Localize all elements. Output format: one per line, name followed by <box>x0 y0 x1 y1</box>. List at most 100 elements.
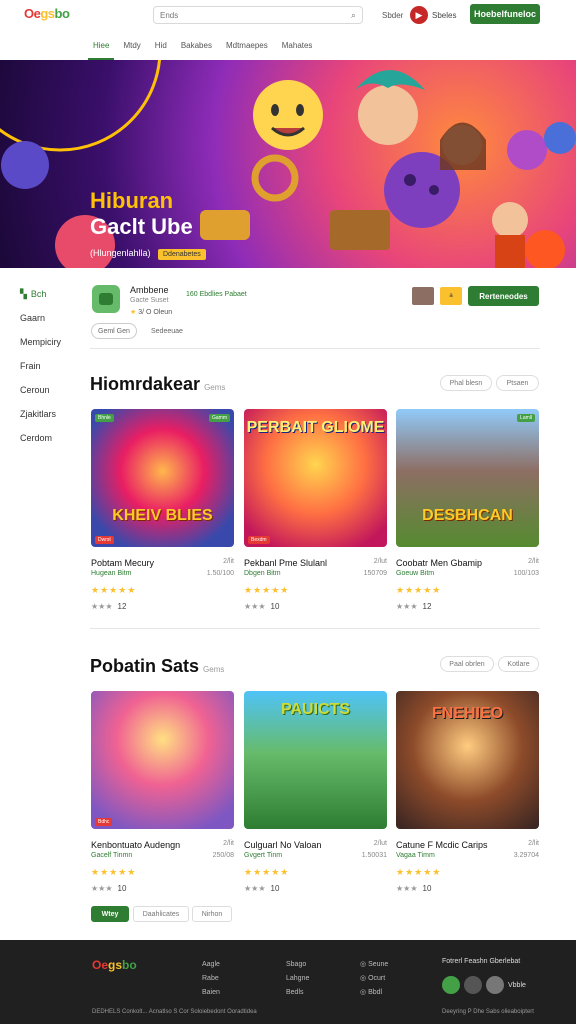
game-developer[interactable]: Goeuw Bitm <box>396 570 434 577</box>
game-downloads: 3.29704 <box>513 852 539 859</box>
game-developer[interactable]: Dbgen Bitm <box>244 570 281 577</box>
footer-link[interactable]: ◎ Ocurt <box>360 972 388 986</box>
filter-pill[interactable]: Ptsaen <box>496 375 539 391</box>
tab-6[interactable]: Mahates <box>275 38 320 58</box>
star-rating: ★★★★★ <box>91 867 137 877</box>
footer-link[interactable]: Rabe <box>202 972 220 986</box>
store-icon[interactable] <box>442 976 460 994</box>
game-card[interactable]: Lamll DESBHCAN Coobatr Men Gbamip 2/lit … <box>396 409 539 611</box>
footer-link[interactable]: ◎ Seune <box>360 958 388 972</box>
hero-badge[interactable]: Ddenabetes <box>158 249 206 260</box>
install-button[interactable]: Rerteneodes <box>468 286 539 306</box>
logo[interactable]: Oegsbo <box>24 6 70 21</box>
app-developer[interactable]: Gacte Suset <box>130 297 169 304</box>
game-name[interactable]: Pekbanl Pme Slulanl <box>244 558 327 568</box>
game-thumbnail[interactable]: Lamll DESBHCAN <box>396 409 539 547</box>
section-title-text: Pobatin Sats <box>90 656 200 676</box>
view-button[interactable]: Wtey <box>91 906 129 922</box>
game-thumbnail[interactable]: PERBAIT GLIOME Bexdm <box>244 409 387 547</box>
game-thumbnail[interactable]: FNEHIEO <box>396 691 539 829</box>
header-link[interactable]: Sbder <box>382 11 403 20</box>
star-rating: ★★★★★ <box>244 867 290 877</box>
sidebar-item-home[interactable]: ▚ Bch <box>20 282 61 306</box>
grid-icon: ▚ <box>20 288 27 299</box>
chip[interactable]: Sedeeuae <box>145 323 189 339</box>
game-developer[interactable]: Hugean Bitm <box>91 570 131 577</box>
game-name[interactable]: Coobatr Men Gbamip <box>396 558 482 568</box>
footer-column: ◎ Seune ◎ Ocurt ◎ Bbdl <box>360 958 388 1000</box>
footer-logo[interactable]: Oegsbo <box>92 958 137 972</box>
store-icon[interactable] <box>486 976 504 994</box>
badge: Gamm <box>209 414 230 422</box>
game-name[interactable]: Pobtam Mecury <box>91 558 154 568</box>
hero-illustration <box>0 60 576 268</box>
secondary-button[interactable]: Daahlicates <box>133 906 189 922</box>
tab-3[interactable]: Hid <box>148 38 174 58</box>
section-title: Hiomrdakear Gems <box>90 374 225 395</box>
app-screenshot-thumb[interactable] <box>412 287 434 305</box>
user-menu[interactable]: ▶ Sbeles <box>410 6 456 24</box>
footer-link[interactable]: Lahgne <box>286 972 309 986</box>
game-card[interactable]: FNEHIEO Catune F Mcdic Carips 2/lit Vaga… <box>396 691 539 893</box>
app-link[interactable]: 160 Ebdlies Pabaet <box>186 291 247 298</box>
footer-column: Aagle Rabe Baien <box>202 958 220 1000</box>
sidebar-item[interactable]: Ceroun <box>20 378 61 402</box>
game-thumbnail[interactable]: PAUICTS <box>244 691 387 829</box>
game-card[interactable]: PAUICTS Culguarl No Valoan 2/lut Gvgert … <box>244 691 387 893</box>
social-icon: ◎ <box>360 975 367 982</box>
sidebar-item[interactable]: Zjakitlars <box>20 402 61 426</box>
game-name[interactable]: Kenbontuato Audengn <box>91 840 180 850</box>
header-cta-button[interactable]: Hoebelfuneloc <box>470 4 540 24</box>
footer: Oegsbo Aagle Rabe Baien Sbago Lahgne Bed… <box>0 940 576 1024</box>
footer-link[interactable]: Baien <box>202 986 220 1000</box>
divider <box>90 628 540 629</box>
filter-pill[interactable]: Phal blesn <box>440 375 492 391</box>
footer-link[interactable]: Sbago <box>286 958 309 972</box>
vote-count: ★★★ 10 <box>396 884 432 893</box>
footer-link[interactable]: Aagle <box>202 958 220 972</box>
tab-5[interactable]: Mdtmaepes <box>219 38 275 58</box>
app-screenshot-thumb[interactable]: a <box>440 287 462 305</box>
search-icon[interactable]: ⌕ <box>351 10 356 21</box>
footer-link[interactable]: Bedls <box>286 986 309 1000</box>
vote-count-value: 12 <box>422 602 432 611</box>
secondary-button[interactable]: Nirhon <box>192 906 232 922</box>
game-card[interactable]: Bdhc Kenbontuato Audengn 2/lit Gacelf Ti… <box>91 691 234 893</box>
tab-home[interactable]: Hiee <box>86 38 116 60</box>
sidebar-item[interactable]: Mempiciry <box>20 330 61 354</box>
vote-count-value: 10 <box>117 884 127 893</box>
search-input[interactable] <box>160 10 340 20</box>
filter-pill[interactable]: Kotlare <box>498 656 539 672</box>
footer-link[interactable]: ◎ Bbdl <box>360 986 388 1000</box>
sidebar-item[interactable]: Cerdom <box>20 426 61 450</box>
logo-part: bo <box>122 958 137 972</box>
game-thumbnail[interactable]: Bhnle Gamm KHEIV BLIES Dwrst <box>91 409 234 547</box>
hero-banner[interactable]: Hiburan Gaclt Ube (Hlungenlahlla) Ddenab… <box>0 60 576 268</box>
game-card[interactable]: PERBAIT GLIOME Bexdm Pekbanl Pme Slulanl… <box>244 409 387 611</box>
filter-pill[interactable]: Paal obrlen <box>440 656 494 672</box>
sidebar-item[interactable]: Frain <box>20 354 61 378</box>
sidebar-item[interactable]: Gaarn <box>20 306 61 330</box>
game-name[interactable]: Catune F Mcdic Carips <box>396 840 488 850</box>
game-name[interactable]: Culguarl No Valoan <box>244 840 321 850</box>
logo-part: gs <box>108 958 123 972</box>
store-badges: Vbble <box>442 976 526 994</box>
chip[interactable]: Geml Gen <box>91 323 137 339</box>
vote-count-value: 10 <box>422 884 432 893</box>
game-card[interactable]: Bhnle Gamm KHEIV BLIES Dwrst Pobtam Mecu… <box>91 409 234 611</box>
user-label: Sbeles <box>432 10 457 20</box>
game-downloads: 250/08 <box>212 852 234 859</box>
hero-title-line-2: Gaclt Ube <box>90 214 193 239</box>
tab-2[interactable]: Mtdy <box>116 38 147 58</box>
store-icon[interactable] <box>464 976 482 994</box>
game-thumbnail[interactable]: Bdhc <box>91 691 234 829</box>
app-icon <box>92 285 120 313</box>
badge: Bexdm <box>248 536 270 544</box>
social-icon: ◎ <box>360 961 367 968</box>
game-developer[interactable]: Gvgert Tinm <box>244 852 282 859</box>
game-developer[interactable]: Vagaa Timm <box>396 852 435 859</box>
tab-4[interactable]: Bakabes <box>174 38 219 58</box>
store-label: Vbble <box>508 981 526 989</box>
game-developer[interactable]: Gacelf Tinmn <box>91 852 132 859</box>
search-bar[interactable]: ⌕ <box>153 6 363 24</box>
